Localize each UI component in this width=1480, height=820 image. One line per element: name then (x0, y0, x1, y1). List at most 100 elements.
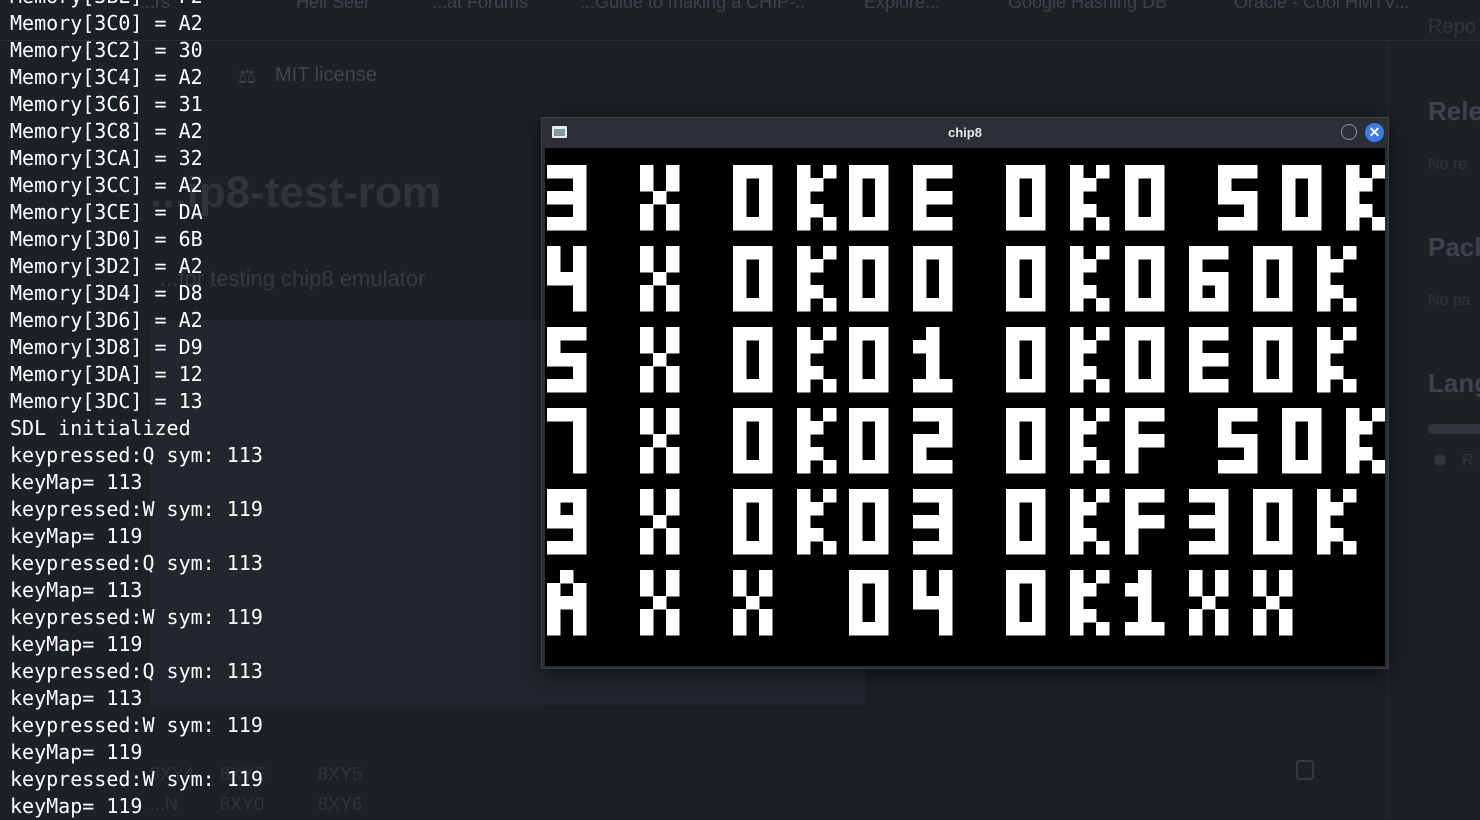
chip8-pixel (913, 246, 927, 260)
chip8-pixel (862, 408, 876, 422)
chip8-pixel (759, 259, 773, 273)
chip8-pixel (1006, 515, 1020, 529)
chip8-pixel (1266, 327, 1280, 341)
chip8-pixel (733, 515, 747, 529)
chip8-pixel (1032, 327, 1046, 341)
chip8-pixel (1070, 421, 1084, 435)
chip8-pixel (759, 408, 773, 422)
chip8-pixel (733, 285, 747, 299)
chip8-pixel (1317, 285, 1331, 299)
chip8-pixel (1282, 460, 1296, 474)
chip8-pixel (1295, 217, 1309, 231)
chip8-pixel (939, 609, 953, 623)
chip8-pixel (862, 541, 876, 555)
chip8-pixel (1151, 272, 1165, 286)
chip8-pixel (573, 246, 587, 260)
chip8-pixel (1032, 596, 1046, 610)
chip8-pixel (1032, 515, 1046, 529)
chip8-pixel (1215, 379, 1229, 393)
chip8-pixel (733, 502, 747, 516)
chip8-pixel (1138, 622, 1152, 636)
chip8-pixel (1202, 272, 1216, 286)
chip8-pixel (875, 204, 889, 218)
chip8-pixel (1151, 379, 1165, 393)
terminal-line: Memory[3D4] = D8 (10, 281, 203, 305)
chip8-pixel (759, 217, 773, 231)
chip8-pixel (733, 259, 747, 273)
background-tab[interactable]: Oracle - Cool HMTV... (1234, 0, 1409, 13)
chip8-pixel (1019, 246, 1033, 260)
chip8-pixel (1006, 217, 1020, 231)
chip8-pixel (1266, 489, 1280, 503)
chip8-window[interactable]: chip8 ✕ 3 X OK0E OK0 5OK4 X OK00 OK06OK5… (541, 117, 1389, 669)
chip8-pixel (1346, 434, 1360, 448)
chip8-pixel (560, 165, 574, 179)
chip8-pixel (862, 327, 876, 341)
chip8-pixel (797, 327, 811, 341)
chip8-pixel (926, 340, 940, 354)
chip8-pixel (1359, 421, 1373, 435)
chip8-pixel (1032, 622, 1046, 636)
chip8-pixel (797, 298, 811, 312)
terminal-output[interactable]: Memory[3BE] = F2Memory[3C0] = A2 Memory[3… (0, 0, 540, 818)
chip8-pixel (1019, 408, 1033, 422)
chip8-pixel (1096, 298, 1110, 312)
chip8-pixel (1125, 327, 1139, 341)
chip8-pixel (926, 460, 940, 474)
terminal-line: Memory[3C6] = 31 (10, 92, 203, 116)
chip8-pixel (547, 246, 561, 260)
chip8-pixel (1343, 327, 1357, 341)
close-button[interactable]: ✕ (1365, 123, 1384, 142)
chip8-pixel (1070, 489, 1084, 503)
terminal-line: keyMap= 119 (10, 794, 143, 818)
chip8-pixel (862, 570, 876, 584)
chip8-pixel (1151, 178, 1165, 192)
chip8-pixel (1006, 285, 1020, 299)
chip8-pixel (1006, 541, 1020, 555)
chip8-pixel (1215, 489, 1229, 503)
chip8-pixel (1096, 217, 1110, 231)
chip8-pixel (1125, 340, 1139, 354)
chip8-pixel (875, 272, 889, 286)
chip8-pixel (1346, 421, 1360, 435)
chip8-pixel (810, 528, 824, 542)
chip8-pixel (926, 298, 940, 312)
chip8-pixel (1279, 489, 1293, 503)
background-tab[interactable]: Explore... (864, 0, 940, 13)
chip8-pixel (1083, 502, 1097, 516)
chip8-pixel (1151, 366, 1165, 380)
terminal-line: keypressed:W sym: 119 (10, 767, 263, 791)
copy-icon[interactable] (1296, 760, 1314, 780)
chip8-pixel (653, 515, 667, 529)
chip8-pixel (823, 217, 837, 231)
chip8-pixel (1006, 583, 1020, 597)
chip8-pixel (1070, 340, 1084, 354)
chip8-pixel (1070, 298, 1084, 312)
chip8-pixel (1006, 408, 1020, 422)
chip8-pixel (849, 541, 863, 555)
chip8-pixel (1032, 541, 1046, 555)
chip8-pixel (913, 460, 927, 474)
chip8-pixel (797, 246, 811, 260)
background-tab[interactable]: Google Hashing DB (1008, 0, 1167, 13)
chip8-pixel (1189, 285, 1203, 299)
chip8-titlebar[interactable]: chip8 ✕ (542, 118, 1388, 147)
chip8-pixel (939, 298, 953, 312)
chip8-pixel (1346, 204, 1360, 218)
chip8-pixel (1006, 434, 1020, 448)
chip8-pixel (1189, 298, 1203, 312)
terminal-line: keyMap= 113 (10, 686, 143, 710)
chip8-pixel (1083, 447, 1097, 461)
chip8-pixel (560, 327, 574, 341)
chip8-pixel (1151, 515, 1165, 529)
chip8-pixel (653, 434, 667, 448)
chip8-pixel (1125, 408, 1139, 422)
background-tab[interactable]: ...Guide to making a CHIP-.. (580, 0, 805, 13)
chip8-pixel (573, 447, 587, 461)
minimize-button[interactable] (1341, 124, 1357, 140)
chip8-pixel (1189, 259, 1203, 273)
chip8-pixel (666, 217, 680, 231)
chip8-pixel (759, 583, 773, 597)
chip8-pixel (640, 379, 654, 393)
chip8-pixel (746, 408, 760, 422)
